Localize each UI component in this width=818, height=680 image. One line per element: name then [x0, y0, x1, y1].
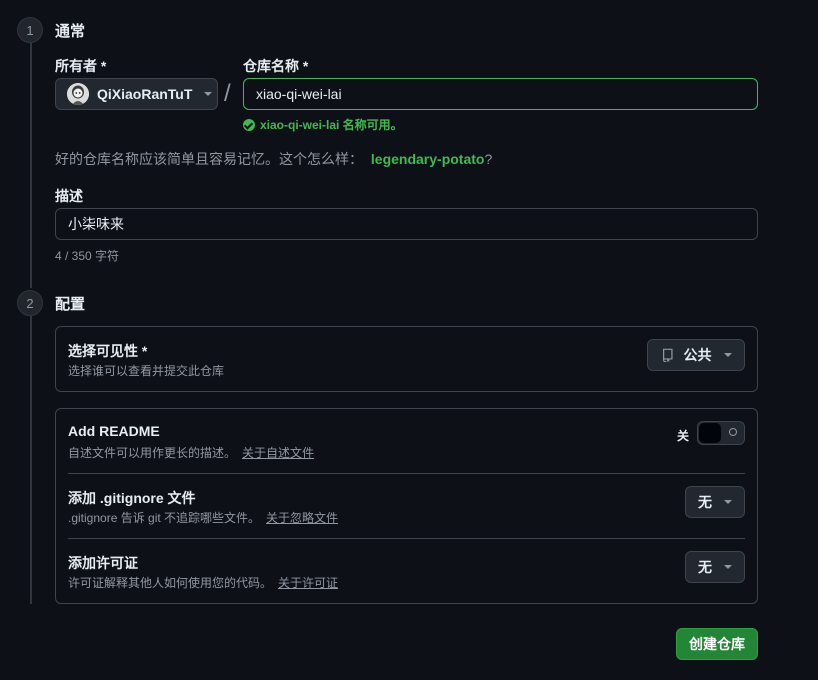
readme-desc: 自述文件可以用作更长的描述。 关于自述文件 — [68, 444, 314, 461]
step-line-2 — [30, 316, 32, 604]
divider — [68, 538, 745, 539]
owner-repo-separator: / — [224, 80, 231, 107]
readme-title: Add README — [68, 423, 160, 439]
visibility-title: 选择可见性 * — [68, 343, 148, 359]
chevron-down-icon — [724, 565, 732, 569]
license-desc-text: 许可证解释其他人如何使用您的代码。 — [68, 576, 273, 590]
availability-text: xiao-qi-wei-lai 名称可用。 — [260, 118, 403, 132]
suggestion-text: 好的仓库名称应该简单且容易记忆。这个怎么样： — [55, 151, 363, 167]
gitignore-value: 无 — [698, 494, 712, 510]
repo-availability-message: xiao-qi-wei-lai 名称可用。 — [243, 116, 403, 133]
gitignore-title: 添加 .gitignore 文件 — [68, 490, 196, 506]
step-1-badge: 1 — [17, 17, 43, 43]
owner-label: 所有者 * — [55, 58, 107, 74]
visibility-value: 公共 — [683, 347, 712, 363]
gitignore-desc-text: .gitignore 告诉 git 不追踪哪些文件。 — [68, 511, 261, 525]
avatar — [67, 83, 89, 105]
gitignore-help-link[interactable]: 关于忽略文件 — [266, 511, 338, 525]
chevron-down-icon — [724, 500, 732, 504]
toggle-knob — [699, 423, 721, 443]
repo-icon — [662, 348, 673, 362]
repo-name-input[interactable] — [243, 78, 758, 110]
readme-help-link[interactable]: 关于自述文件 — [242, 446, 314, 460]
gitignore-select-button[interactable]: 无 — [685, 486, 745, 518]
visibility-desc: 选择谁可以查看并提交此仓库 — [68, 364, 225, 378]
readme-toggle[interactable] — [697, 421, 745, 445]
step-2-badge: 2 — [17, 290, 43, 316]
license-select-button[interactable]: 无 — [685, 551, 745, 583]
readme-desc-text: 自述文件可以用作更长的描述。 — [68, 446, 237, 460]
description-label: 描述 — [55, 188, 83, 204]
license-value: 无 — [698, 559, 712, 575]
section-title-config: 配置 — [55, 296, 86, 313]
chevron-down-icon — [723, 353, 732, 357]
suggestion-end: ? — [484, 151, 493, 167]
check-circle-icon — [243, 118, 255, 131]
gitignore-desc: .gitignore 告诉 git 不追踪哪些文件。 关于忽略文件 — [68, 509, 338, 526]
step-line-1 — [30, 43, 32, 288]
owner-name: QiXiaoRanTuT — [97, 86, 193, 102]
license-desc: 许可证解释其他人如何使用您的代码。 关于许可证 — [68, 574, 338, 591]
owner-select-button[interactable]: QiXiaoRanTuT — [55, 78, 218, 110]
name-suggestion: 好的仓库名称应该简单且容易记忆。这个怎么样： legendary-potato? — [55, 149, 492, 169]
license-title: 添加许可证 — [68, 555, 138, 571]
description-input[interactable] — [55, 208, 758, 240]
readme-toggle-state: 关 — [677, 429, 690, 443]
repo-name-label: 仓库名称 * — [243, 58, 309, 74]
suggested-name-link[interactable]: legendary-potato — [371, 151, 485, 167]
section-title-general: 通常 — [55, 23, 86, 40]
description-char-counter: 4 / 350 字符 — [55, 249, 120, 263]
chevron-down-icon — [204, 92, 213, 96]
divider — [68, 473, 745, 474]
create-repository-button[interactable]: 创建仓库 — [676, 628, 758, 660]
off-icon — [729, 428, 737, 436]
visibility-select-button[interactable]: 公共 — [647, 339, 745, 371]
license-help-link[interactable]: 关于许可证 — [278, 576, 338, 590]
